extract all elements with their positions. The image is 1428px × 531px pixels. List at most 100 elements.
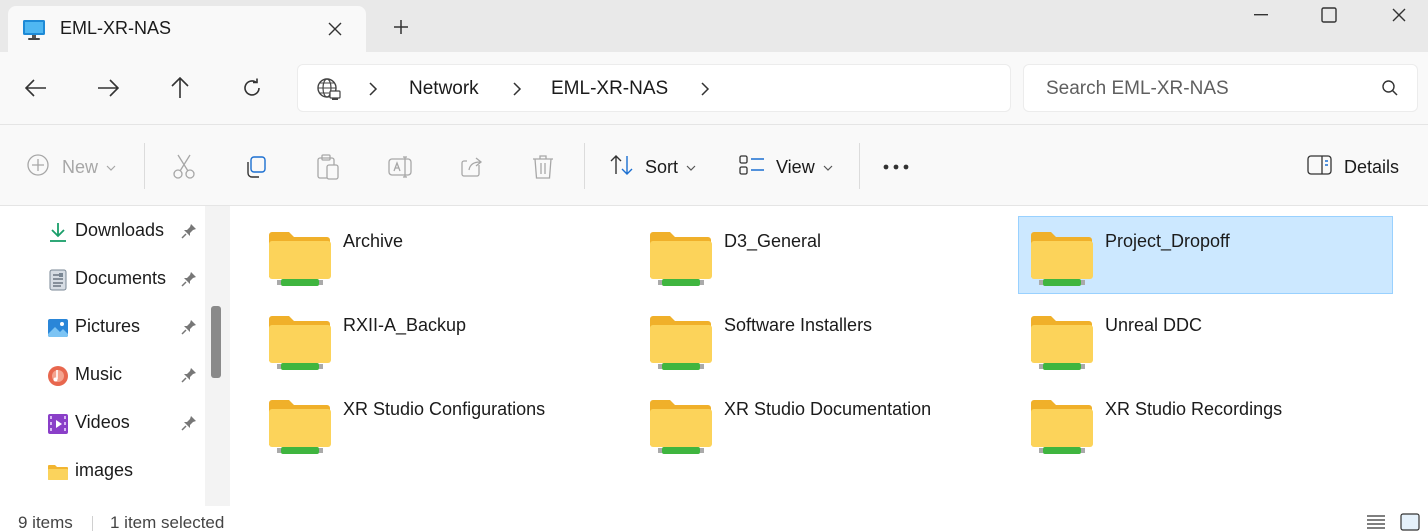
navigation-bar: Network EML-XR-NAS Search EML-XR-NAS — [0, 52, 1428, 124]
folder-item[interactable]: Unreal DDC — [1018, 300, 1393, 378]
details-button[interactable]: Details — [1307, 153, 1399, 181]
sort-button[interactable]: Sort — [609, 153, 696, 181]
folder-name: Project_Dropoff — [1105, 231, 1230, 251]
close-window-icon[interactable] — [1364, 0, 1428, 30]
network-folder-icon — [267, 397, 333, 462]
folder-name: XR Studio Documentation — [724, 399, 932, 419]
sidebar-item-label: Videos — [75, 412, 130, 432]
folder-item[interactable]: D3_General — [637, 216, 1012, 294]
back-arrow-icon[interactable] — [18, 70, 54, 106]
file-list: Archive D3_General Project_Dropoff RXII-… — [232, 206, 1428, 506]
sidebar-item-label: Pictures — [75, 316, 141, 336]
sidebar-item-music[interactable]: Music — [0, 355, 205, 395]
breadcrumb-eml-xr-nas[interactable]: EML-XR-NAS — [551, 78, 668, 100]
folder-name: XR Studio Configurations — [343, 399, 546, 419]
network-folder-icon — [1029, 313, 1095, 378]
sort-label: Sort — [645, 156, 679, 177]
chevron-down-icon — [686, 158, 696, 176]
chevron-right-icon[interactable] — [368, 81, 378, 102]
tiles-view-icon[interactable] — [1400, 513, 1420, 531]
title-bar: EML-XR-NAS — [0, 0, 1428, 52]
breadcrumb-network[interactable]: Network — [409, 78, 479, 100]
network-folder-icon — [267, 313, 333, 378]
up-arrow-icon[interactable] — [162, 70, 198, 106]
search-icon[interactable] — [1381, 79, 1399, 102]
tab-title: EML-XR-NAS — [60, 18, 172, 38]
search-input[interactable]: Search EML-XR-NAS — [1023, 64, 1418, 112]
search-placeholder: Search EML-XR-NAS — [1046, 78, 1229, 99]
pin-icon[interactable] — [181, 367, 197, 388]
pin-icon[interactable] — [181, 271, 197, 292]
documents-icon — [47, 269, 69, 291]
network-folder-icon — [1029, 397, 1095, 462]
sidebar-item-images[interactable]: images — [0, 451, 205, 491]
forward-arrow-icon[interactable] — [90, 70, 126, 106]
paste-icon[interactable] — [316, 153, 340, 181]
folder-name: RXII-A_Backup — [343, 315, 467, 335]
computer-monitor-icon — [22, 19, 46, 46]
details-view-icon[interactable] — [1366, 514, 1386, 531]
sidebar-item-documents[interactable]: Documents — [0, 259, 205, 299]
folder-item-selected[interactable]: Project_Dropoff — [1018, 216, 1393, 294]
cut-icon[interactable] — [172, 153, 196, 181]
chevron-right-icon[interactable] — [700, 81, 710, 102]
pictures-icon — [47, 317, 69, 339]
item-count: 9 items — [18, 513, 73, 531]
folder-name: Unreal DDC — [1105, 315, 1203, 335]
folder-item[interactable]: Software Installers — [637, 300, 1012, 378]
view-label: View — [776, 156, 815, 177]
tab-eml-xr-nas[interactable]: EML-XR-NAS — [8, 6, 366, 52]
status-bar: 9 items 1 item selected — [0, 506, 1428, 531]
new-button[interactable]: New — [26, 153, 116, 181]
chevron-right-icon[interactable] — [512, 81, 522, 102]
folder-name: XR Studio Recordings — [1105, 399, 1283, 419]
pin-icon[interactable] — [181, 319, 197, 340]
folder-icon — [47, 461, 69, 483]
videos-icon — [47, 413, 69, 435]
music-icon — [47, 365, 69, 387]
details-label: Details — [1344, 156, 1400, 177]
address-bar[interactable]: Network EML-XR-NAS — [297, 64, 1011, 112]
sort-icon — [609, 154, 635, 181]
maximize-icon[interactable] — [1294, 0, 1364, 30]
copy-icon[interactable] — [244, 153, 268, 181]
refresh-icon[interactable] — [234, 70, 270, 106]
folder-item[interactable]: XR Studio Recordings — [1018, 384, 1393, 462]
folder-name: Software Installers — [724, 315, 873, 335]
pin-icon[interactable] — [181, 223, 197, 244]
sidebar-item-downloads[interactable]: Downloads — [0, 211, 205, 251]
chevron-down-icon — [106, 158, 116, 176]
selection-count: 1 item selected — [110, 513, 225, 531]
view-button[interactable]: View — [739, 153, 833, 181]
folder-item[interactable]: XR Studio Configurations — [256, 384, 631, 462]
sidebar-scrollbar-thumb[interactable] — [211, 306, 221, 378]
sidebar-item-videos[interactable]: Videos — [0, 403, 205, 443]
rename-icon[interactable] — [388, 153, 414, 181]
plus-icon[interactable] — [386, 12, 416, 42]
close-tab-icon[interactable] — [322, 16, 348, 42]
sidebar-item-label: Documents — [75, 268, 167, 288]
sidebar-item-label: Music — [75, 364, 123, 384]
share-icon[interactable] — [460, 153, 486, 181]
network-globe-icon — [316, 77, 342, 106]
new-label: New — [62, 156, 99, 177]
more-icon[interactable] — [883, 153, 909, 181]
network-folder-icon — [267, 229, 333, 294]
folder-item[interactable]: Archive — [256, 216, 631, 294]
folder-item[interactable]: XR Studio Documentation — [637, 384, 1012, 462]
chevron-down-icon — [823, 158, 833, 176]
network-folder-icon — [1029, 229, 1095, 294]
command-bar: New Sort View Details — [0, 124, 1428, 206]
folder-item[interactable]: RXII-A_Backup — [256, 300, 631, 378]
delete-icon[interactable] — [532, 153, 554, 181]
sidebar-item-pictures[interactable]: Pictures — [0, 307, 205, 347]
folder-name: Archive — [343, 231, 404, 251]
new-plus-icon — [26, 153, 50, 182]
sidebar-item-label: Downloads — [75, 220, 165, 240]
pin-icon[interactable] — [181, 415, 197, 436]
minimize-icon[interactable] — [1226, 0, 1296, 30]
view-icon — [739, 154, 765, 181]
folder-name: D3_General — [724, 231, 822, 251]
network-folder-icon — [648, 229, 714, 294]
navigation-pane: Downloads Documents Pictures Music Video… — [0, 206, 230, 506]
